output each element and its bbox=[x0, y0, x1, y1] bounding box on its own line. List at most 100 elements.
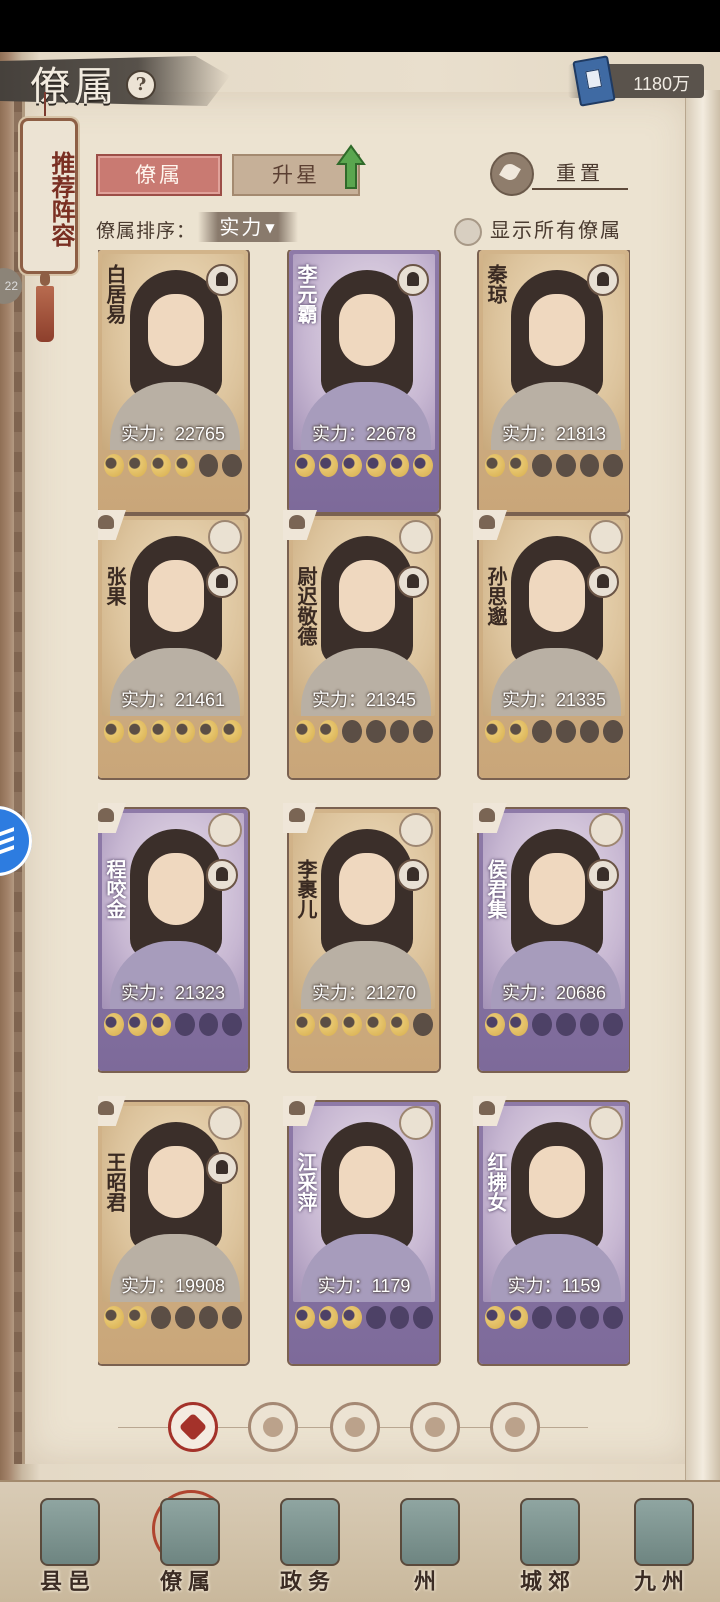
officer-card[interactable]: 孙思邈实力：21335 bbox=[473, 510, 629, 778]
sort-dropdown[interactable]: 实力 ▼ bbox=[198, 212, 298, 242]
nav-item[interactable]: 政务 bbox=[258, 1492, 358, 1598]
moon-star-empty-icon bbox=[198, 454, 219, 477]
star-rating bbox=[295, 454, 434, 478]
moon-star-filled-icon bbox=[222, 720, 243, 743]
recommended-lineup-tag[interactable]: 推荐阵容 bbox=[20, 118, 78, 274]
tab-officers[interactable]: 僚属 bbox=[96, 154, 222, 196]
portrait-face bbox=[339, 853, 395, 925]
moon-star-filled-icon bbox=[389, 1013, 410, 1036]
upgrade-arrow-icon bbox=[336, 144, 366, 189]
officer-card[interactable]: 江采萍实力：1179 bbox=[283, 1096, 439, 1364]
companion-avatar bbox=[206, 264, 238, 296]
nav-item[interactable]: 州 bbox=[378, 1492, 478, 1598]
officer-name: 秦琼 bbox=[484, 264, 508, 304]
officer-power: 实力：1179 bbox=[317, 1276, 411, 1296]
filter-icon-2[interactable] bbox=[248, 1402, 298, 1452]
tag-bead bbox=[40, 272, 50, 286]
officer-card[interactable]: 李元霸实力：22678 bbox=[289, 250, 439, 512]
moon-star-filled-icon bbox=[175, 454, 195, 477]
moon-star-filled-icon bbox=[485, 454, 505, 477]
moon-star-empty-icon bbox=[151, 1306, 172, 1329]
show-all-checkbox[interactable] bbox=[454, 218, 482, 246]
officer-name: 江采萍 bbox=[294, 1152, 318, 1212]
moon-star-empty-icon bbox=[579, 1306, 600, 1329]
moon-star-empty-icon bbox=[603, 1013, 624, 1036]
officer-card[interactable]: 红拂女 实力：1159 bbox=[473, 1096, 629, 1364]
officer-card[interactable]: 张果 实力：21461 bbox=[98, 510, 248, 778]
nav-item[interactable]: 九州 bbox=[612, 1492, 712, 1598]
companion-avatar bbox=[587, 566, 619, 598]
officer-card[interactable]: 秦琼 实力：21813 bbox=[479, 250, 629, 512]
nav-item[interactable]: 城郊 bbox=[498, 1492, 598, 1598]
moon-star-empty-icon bbox=[603, 1306, 624, 1329]
officer-power: 实力：22678 bbox=[311, 424, 417, 444]
moon-star-empty-icon bbox=[198, 1306, 219, 1329]
officer-name: 李元霸 bbox=[294, 264, 318, 324]
officer-name: 白居易 bbox=[103, 264, 127, 324]
portrait-face bbox=[529, 853, 585, 925]
moon-star-filled-icon bbox=[389, 454, 410, 477]
officer-card[interactable]: 侯君集 实力：20686 bbox=[473, 803, 629, 1071]
help-icon[interactable]: ? bbox=[126, 70, 156, 100]
moon-star-filled-icon bbox=[318, 1013, 339, 1036]
officer-name: 程咬金 bbox=[103, 859, 127, 919]
officer-card[interactable]: 程咬金 实力：21323 bbox=[98, 803, 248, 1071]
class-icon bbox=[589, 813, 623, 847]
nav-icon bbox=[634, 1498, 694, 1566]
officer-card[interactable]: 李裹儿 实力：21270 bbox=[283, 803, 439, 1071]
moon-star-filled-icon bbox=[485, 1013, 505, 1036]
nav-icon bbox=[280, 1498, 340, 1566]
moon-star-filled-icon bbox=[508, 1013, 529, 1036]
officer-power: 实力：21270 bbox=[311, 983, 417, 1003]
all-filter-icon[interactable] bbox=[168, 1402, 218, 1452]
moon-star-empty-icon bbox=[532, 454, 553, 477]
officer-grid: 白居易 实力：22765 李元霸实力：22678 秦琼 实力：21813 张果 实力：214… bbox=[98, 250, 630, 1375]
officer-name: 尉迟敬德 bbox=[294, 566, 318, 646]
moon-star-empty-icon bbox=[556, 454, 576, 477]
status-bar bbox=[0, 0, 720, 52]
officer-card[interactable]: 白居易 实力：22765 bbox=[98, 250, 248, 512]
star-rating bbox=[104, 454, 243, 478]
page-curl bbox=[685, 90, 720, 1480]
class-icon bbox=[399, 520, 433, 554]
moon-star-filled-icon bbox=[318, 1306, 339, 1329]
star-rating bbox=[485, 1013, 624, 1037]
nav-label: 城郊 bbox=[519, 1569, 576, 1595]
reset-icon[interactable] bbox=[490, 152, 534, 196]
portrait-face bbox=[529, 1146, 585, 1218]
filter-icon-3[interactable] bbox=[330, 1402, 380, 1452]
moon-star-empty-icon bbox=[603, 720, 624, 743]
officer-name: 红拂女 bbox=[484, 1152, 508, 1212]
nav-icon bbox=[400, 1498, 460, 1566]
nav-label: 政务 bbox=[279, 1569, 336, 1595]
moon-star-empty-icon bbox=[222, 1306, 243, 1329]
moon-star-empty-icon bbox=[413, 720, 434, 743]
nav-item[interactable]: 县邑 bbox=[18, 1492, 118, 1598]
filter-icon-4[interactable] bbox=[410, 1402, 460, 1452]
moon-star-empty-icon bbox=[579, 720, 600, 743]
nav-label: 县邑 bbox=[39, 1569, 96, 1595]
star-rating bbox=[104, 720, 243, 744]
moon-star-empty-icon bbox=[532, 720, 553, 743]
moon-star-filled-icon bbox=[175, 720, 195, 743]
moon-star-filled-icon bbox=[295, 454, 315, 477]
moon-star-filled-icon bbox=[104, 1013, 124, 1036]
nav-item[interactable]: 僚属 bbox=[138, 1490, 238, 1598]
officer-name: 孙思邈 bbox=[484, 566, 508, 626]
moon-star-empty-icon bbox=[603, 454, 624, 477]
currency-amount: 1180万 bbox=[633, 74, 690, 94]
officer-card[interactable]: 尉迟敬德 实力：21345 bbox=[283, 510, 439, 778]
moon-star-empty-icon bbox=[413, 1013, 434, 1036]
moon-star-empty-icon bbox=[556, 1306, 576, 1329]
filter-icon-5[interactable] bbox=[490, 1402, 540, 1452]
companion-avatar bbox=[397, 859, 429, 891]
star-rating bbox=[104, 1013, 243, 1037]
officer-card[interactable]: 王昭君 实力：19908 bbox=[98, 1096, 248, 1364]
moon-star-empty-icon bbox=[579, 454, 600, 477]
class-icon bbox=[208, 813, 242, 847]
officer-power: 实力：21335 bbox=[501, 690, 607, 710]
portrait-face bbox=[148, 853, 204, 925]
portrait-face bbox=[529, 560, 585, 632]
reset-button[interactable]: 重置 bbox=[532, 158, 628, 190]
moon-star-empty-icon bbox=[366, 720, 386, 743]
